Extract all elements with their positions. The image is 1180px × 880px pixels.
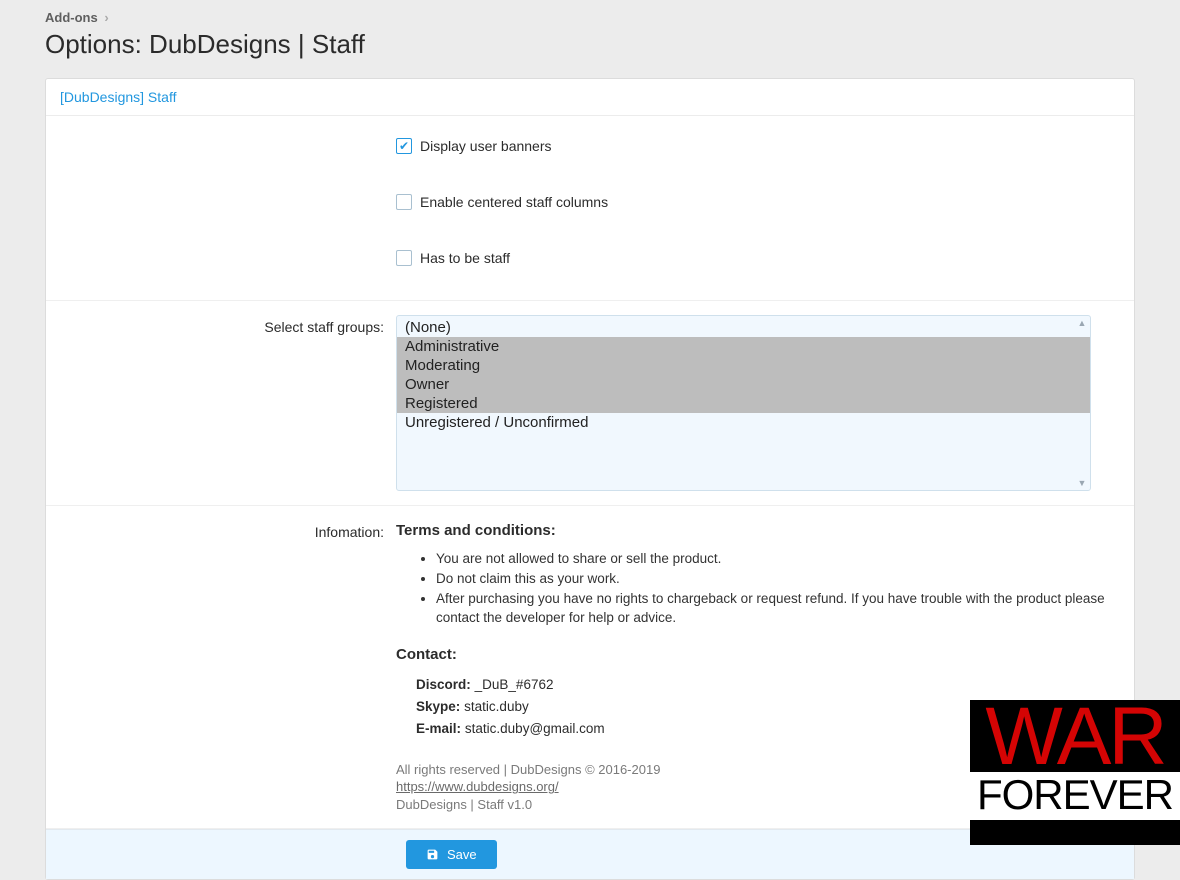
option-moderating[interactable]: Moderating [397,356,1090,375]
label-select-groups: Select staff groups: [46,301,396,505]
checkbox-display-banners[interactable]: ✔ [396,138,412,154]
heading-terms: Terms and conditions: [396,522,1114,539]
option-none[interactable]: (None) [397,318,1090,337]
breadcrumb: Add-ons › [45,10,1135,25]
option-unregistered[interactable]: Unregistered / Unconfirmed [397,413,1090,432]
contact-email-label: E-mail: [416,721,461,736]
contact-skype-label: Skype: [416,699,460,714]
chevron-right-icon: › [101,10,111,25]
watermark-war: WAR [970,702,1180,772]
checkbox-has-to-be-staff[interactable]: ✔ [396,250,412,266]
label-information: Infomation: [46,506,396,828]
checkbox-centered-columns[interactable]: ✔ [396,194,412,210]
tab-dubdesigns-staff[interactable]: [DubDesigns] Staff [60,89,176,105]
breadcrumb-addons-link[interactable]: Add-ons [45,10,98,25]
option-registered[interactable]: Registered [397,394,1090,413]
heading-contact: Contact: [396,646,1114,663]
chevron-down-icon: ▼ [1076,478,1088,488]
contact-discord-label: Discord: [416,677,471,692]
checkbox-label: Enable centered staff columns [420,194,608,210]
terms-list: You are not allowed to share or sell the… [396,549,1114,628]
watermark-badge: WAR FOREVER [970,700,1180,845]
watermark-forever: FOREVER [970,772,1180,820]
chevron-up-icon: ▲ [1076,318,1088,328]
list-item: You are not allowed to share or sell the… [436,549,1114,569]
checkbox-label: Has to be staff [420,250,510,266]
contact-email-value: static.duby@gmail.com [465,721,605,736]
select-staff-groups[interactable]: (None) Administrative Moderating Owner R… [396,315,1091,491]
contact-skype-value: static.duby [464,699,529,714]
list-item: Do not claim this as your work. [436,569,1114,589]
save-icon [426,848,439,861]
dubdesigns-link[interactable]: https://www.dubdesigns.org/ [396,779,559,794]
list-item: After purchasing you have no rights to c… [436,589,1114,627]
panel-tabs: [DubDesigns] Staff [46,79,1134,116]
option-administrative[interactable]: Administrative [397,337,1090,356]
scrollbar-thumb[interactable]: ▲ ▼ [1076,318,1088,488]
checkbox-label: Display user banners [420,138,552,154]
option-owner[interactable]: Owner [397,375,1090,394]
contact-discord-value: _DuB_#6762 [475,677,554,692]
save-button[interactable]: Save [406,840,497,869]
page-title: Options: DubDesigns | Staff [45,29,1135,60]
